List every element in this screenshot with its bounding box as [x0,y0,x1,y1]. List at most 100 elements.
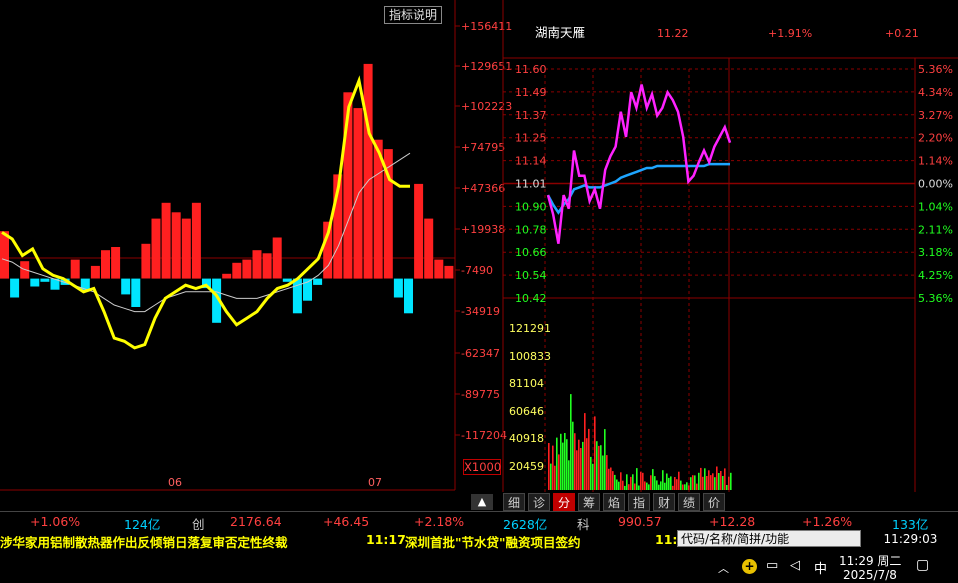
x-tick-06: 06 [168,476,182,489]
bar-negative [313,278,323,285]
volume-bar [724,468,726,490]
status-bar: +1.06% 124亿 创 2176.64 +46.45 +2.18% 2628… [0,511,958,532]
price-tick: 10.42 [515,292,547,305]
volume-bar [586,438,588,490]
pct-tick: 4.25% [918,269,953,282]
notification-icon[interactable]: ▢ [916,557,929,573]
bar-positive [0,231,9,279]
stock-change-pct: +1.91% [768,27,812,40]
volume-bar [554,465,556,490]
pct-tick: 2.11% [918,223,953,236]
volume-bar [676,479,678,490]
volume-bar [700,467,702,490]
volume-bar [548,443,550,490]
tab-detail[interactable]: 细 [503,493,525,511]
scale-button[interactable]: X1000 [463,459,501,475]
bar-positive [444,265,454,279]
volume-bar [692,475,694,490]
volume-bar [638,485,640,490]
volume-bar [668,477,670,490]
price-tick: 11.60 [515,63,547,76]
tab-diagnose[interactable]: 诊 [528,493,550,511]
chevron-up-icon[interactable]: ︿ [718,560,729,576]
bar-positive [252,250,262,279]
stock-search-input[interactable]: 代码/名称/简拼/功能 [677,530,861,547]
tab-index[interactable]: 指 [628,493,650,511]
stock-price: 11.22 [657,27,689,40]
news-item-1[interactable]: 涉华家用铝制散热器作出反倾销日落复审否定性终裁 [0,532,288,550]
pct-tick: 5.36% [918,292,953,305]
price-tick: 10.54 [515,269,547,282]
pct-tick: 4.34% [918,86,953,99]
intraday-panel: 湖南天雁 11.22 +1.91% +0.21 11.60 11.49 11.37 1… [502,0,958,492]
price-tick: 11.25 [515,132,547,145]
taskbar-date[interactable]: 2025/7/8 [843,568,897,582]
volume-icon[interactable]: ◁ [790,558,800,573]
volume-bar [728,476,730,490]
volume-bar [600,445,602,490]
windows-taskbar: ︿ + ▭ ◁ 中 11:29 周二 2025/7/8 ▢ [0,550,958,583]
news-time-3: 11: [655,532,678,547]
taskbar-time[interactable]: 11:29 周二 [839,552,901,569]
volume-bar [598,445,600,490]
volume-bar [714,477,716,490]
volume-bar [730,472,732,490]
volume-bar [662,470,664,490]
volume-bar [710,475,712,490]
news-item-2[interactable]: 深圳首批"节水贷"融资项目签约 [405,532,581,550]
volume-tick: 60646 [509,405,544,418]
volume-bar [626,474,628,490]
volume-bar [690,477,692,490]
indicator-help-button[interactable]: 指标说明 [384,6,442,24]
volume-bar [630,476,632,490]
bar-negative [121,278,131,295]
volume-bar [562,442,564,490]
volume-bar [612,471,614,490]
status-cy-index: 2176.64 [230,514,282,529]
bar-positive [272,237,282,279]
y-tick-label: +74795 [461,141,505,154]
volume-tick: 81104 [509,377,544,390]
volume-bar [632,474,634,490]
volume-bar [650,475,652,490]
stock-name: 湖南天雁 [535,25,585,40]
volume-bar [556,437,558,490]
volume-bar [722,476,724,490]
tab-finance[interactable]: 财 [653,493,675,511]
bar-positive [414,183,424,279]
volume-bar [604,429,606,490]
y-tick-label: -34919 [461,305,500,318]
tab-chips[interactable]: 筹 [578,493,600,511]
bar-positive [70,259,80,279]
price-tick: 10.66 [515,246,547,259]
volume-bar [580,448,582,490]
volume-bar [684,484,686,490]
left-indicator-chart: +156411 +129651 +102223 +74795 +47366 +19938 -… [0,0,512,491]
bar-positive [363,63,373,279]
volume-bar [564,433,566,490]
volume-bar [706,476,708,490]
security-tray-icon[interactable]: + [742,559,757,574]
volume-bar [602,455,604,490]
volume-bar [720,471,722,490]
volume-bar [596,441,598,490]
volume-bar [568,460,570,490]
price-tick: 11.01 [515,178,547,191]
network-icon[interactable]: ▭ [766,558,778,573]
volume-bar [704,468,706,490]
tab-performance[interactable]: 绩 [678,493,700,511]
bar-positive [101,250,110,279]
pct-tick: 2.20% [918,132,953,145]
scroll-up-button[interactable]: ▲ [471,494,493,510]
tab-minute[interactable]: 分 [553,493,575,511]
bar-negative [30,278,40,287]
volume-tick: 40918 [509,432,544,445]
bar-positive [353,108,363,279]
tab-flame[interactable]: 焰 [603,493,625,511]
volume-tick: 100833 [509,350,551,363]
volume-bar [576,450,578,490]
ime-indicator[interactable]: 中 [814,558,827,577]
volume-bar [634,483,636,490]
pct-tick: 1.04% [918,200,953,213]
tab-price[interactable]: 价 [703,493,725,511]
